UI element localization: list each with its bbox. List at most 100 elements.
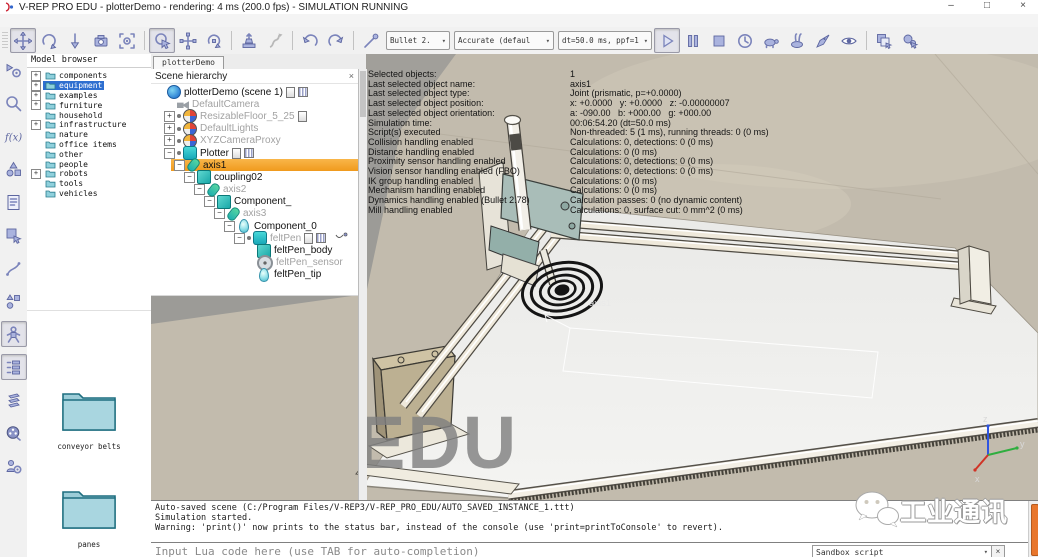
hierarchy-row[interactable]: − Component_ (201, 196, 358, 208)
title-bar[interactable]: V-REP PRO EDU - plotterDemo - rendering:… (0, 0, 1038, 14)
close-icon[interactable]: × (349, 71, 354, 81)
hierarchy-row[interactable]: − axis2 (191, 184, 358, 196)
lua-code-input[interactable] (151, 543, 812, 557)
expand-toggle[interactable]: − (194, 184, 205, 195)
model-folder-row[interactable]: other (31, 149, 151, 159)
expand-toggle[interactable]: + (31, 100, 41, 110)
fit-to-view-button[interactable] (114, 28, 140, 53)
script-badge-icon[interactable] (304, 233, 313, 244)
customization-badge-icon[interactable] (298, 87, 308, 97)
model-browser-toggle-button[interactable] (1, 321, 27, 347)
redo-button[interactable] (323, 28, 349, 53)
model-thumbnail-conveyor[interactable]: conveyor belts (51, 384, 127, 451)
folder-body[interactable]: tools (43, 179, 85, 188)
model-folder-row[interactable]: + equipment (31, 81, 151, 91)
expand-toggle[interactable]: + (31, 71, 41, 81)
video-recorder-button[interactable] (1, 420, 27, 446)
camera-zoom-button[interactable] (62, 28, 88, 53)
camera-angle-button[interactable] (88, 28, 114, 53)
expand-toggle[interactable]: + (164, 111, 175, 122)
transfer-dna-button[interactable] (262, 28, 288, 53)
expand-toggle[interactable]: − (164, 148, 175, 159)
hierarchy-row[interactable]: plotterDemo (scene 1) (151, 86, 358, 98)
hierarchy-toggle-button[interactable] (1, 354, 27, 380)
folder-body[interactable]: components (43, 71, 109, 80)
pen-marker-button[interactable] (358, 28, 384, 53)
model-folder-row[interactable]: + components (31, 71, 151, 81)
model-folder-row[interactable]: + examples (31, 91, 151, 101)
folder-body[interactable]: infrastructure (43, 120, 128, 129)
timestep-combo[interactable]: dt=50.0 ms, ppf=1 ▾ (558, 31, 652, 50)
folder-body[interactable]: people (43, 160, 90, 169)
object-properties-button[interactable] (1, 90, 27, 116)
camera-rotate-button[interactable] (36, 28, 62, 53)
expand-toggle[interactable]: − (184, 172, 195, 183)
scrollbar-thumb[interactable] (360, 71, 366, 117)
object-rotate-button[interactable] (201, 28, 227, 53)
expand-toggle[interactable]: − (234, 233, 245, 244)
folder-body[interactable]: vehicles (43, 189, 100, 198)
hierarchy-row[interactable]: feltPen_body (241, 244, 358, 256)
select-button[interactable] (149, 28, 175, 53)
shape-edit-button[interactable] (1, 222, 27, 248)
hierarchy-row[interactable]: feltPen_tip (241, 269, 358, 281)
layers-button[interactable] (1, 387, 27, 413)
user-settings-button[interactable] (1, 453, 27, 479)
page-selector-button[interactable] (871, 28, 897, 53)
folder-body[interactable]: other (43, 150, 85, 159)
hierarchy-row[interactable]: − feltPen (231, 232, 358, 244)
model-folder-row[interactable]: + infrastructure (31, 120, 151, 130)
collections-button[interactable] (1, 156, 27, 182)
primitives-button[interactable] (1, 288, 27, 314)
scene-selector-button[interactable] (897, 28, 923, 53)
pause-button[interactable] (680, 28, 706, 53)
script-target-combo[interactable]: Sandbox script ▾ (812, 545, 992, 557)
maximize-button[interactable]: □ (980, 0, 994, 14)
precision-combo[interactable]: Accurate (defaul ▾ (454, 31, 554, 50)
model-folder-row[interactable]: people (31, 159, 151, 169)
toolbar-grip[interactable] (2, 32, 8, 50)
expand-toggle[interactable]: + (31, 120, 41, 130)
physics-engine-combo[interactable]: Bullet 2. ▾ (386, 31, 450, 50)
simulation-settings-button[interactable] (1, 57, 27, 83)
scene-tab[interactable]: plotterDemo (153, 56, 224, 69)
visualization-toggle-button[interactable] (836, 28, 862, 53)
scripts-button[interactable] (1, 189, 27, 215)
model-folder-row[interactable]: tools (31, 179, 151, 189)
console-close-button[interactable]: × (991, 545, 1005, 557)
expand-toggle[interactable]: − (204, 196, 215, 207)
minimize-button[interactable]: – (944, 0, 958, 14)
folder-body[interactable]: furniture (43, 101, 104, 110)
customization-badge-icon[interactable] (316, 233, 326, 243)
folder-body[interactable]: examples (43, 91, 100, 100)
expand-toggle[interactable]: + (164, 123, 175, 134)
model-folder-row[interactable]: office items (31, 140, 151, 150)
model-folder-row[interactable]: + furniture (31, 100, 151, 110)
expand-toggle[interactable]: − (224, 221, 235, 232)
folder-body[interactable]: nature (43, 130, 90, 139)
hierarchy-row[interactable]: − Component_0 (221, 220, 358, 232)
expand-toggle[interactable]: + (164, 135, 175, 146)
hierarchy-row[interactable]: − coupling02 (181, 171, 358, 183)
hierarchy-row[interactable]: + ResizableFloor_5_25 (161, 110, 358, 122)
undo-button[interactable] (297, 28, 323, 53)
model-thumbnail-panes[interactable]: panes (51, 482, 127, 549)
model-folder-row[interactable]: vehicles (31, 189, 151, 199)
folder-body[interactable]: household (43, 111, 104, 120)
real-time-toggle-button[interactable] (732, 28, 758, 53)
model-folder-row[interactable]: nature (31, 130, 151, 140)
expand-toggle[interactable]: + (31, 169, 41, 179)
model-folder-row[interactable]: + robots (31, 169, 151, 179)
script-badge-icon[interactable] (286, 87, 295, 98)
close-button[interactable]: × (1016, 0, 1030, 14)
expand-toggle[interactable]: − (174, 160, 185, 171)
threaded-rendering-button[interactable] (810, 28, 836, 53)
model-folder-row[interactable]: household (31, 110, 151, 120)
camera-pan-button[interactable] (10, 28, 36, 53)
calculation-modules-button[interactable]: f(x) (1, 123, 27, 149)
hierarchy-scrollbar[interactable] (358, 69, 367, 500)
hierarchy-row[interactable]: − Plotter (161, 147, 358, 159)
folder-body[interactable]: equipment (43, 81, 104, 90)
script-badge-icon[interactable] (232, 148, 241, 159)
slow-down-turtle-button[interactable] (758, 28, 784, 53)
